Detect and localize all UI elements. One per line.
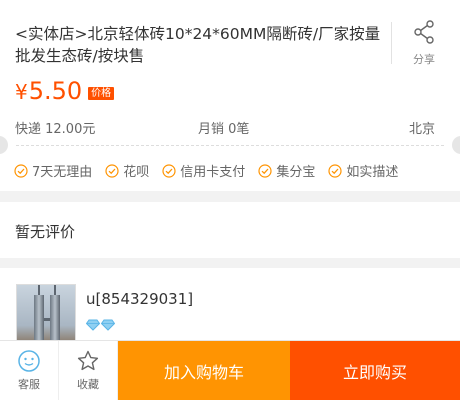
service-guarantees[interactable]: 7天无理由 花呗 信用卡支付 集分宝 如实描述: [14, 161, 411, 180]
product-card: <实体店>北京轻体砖10*24*60MM隔断砖/厂家按量批发生态砖/按块售 分享…: [0, 0, 460, 191]
star-icon: [77, 350, 99, 371]
add-to-cart-button[interactable]: 加入购物车: [118, 341, 290, 400]
diamond-icon: [86, 319, 100, 331]
check-circle-icon: [328, 163, 342, 178]
favorite-label: 收藏: [77, 378, 99, 391]
service-item: 如实描述: [328, 161, 398, 180]
customer-service-label: 客服: [18, 378, 40, 391]
service-label: 花呗: [123, 165, 150, 180]
title-divider: [391, 22, 392, 64]
customer-service-icon: [18, 350, 40, 372]
avatar-tower: [50, 285, 60, 343]
share-label: 分享: [413, 53, 435, 66]
service-label: 信用卡支付: [180, 165, 246, 180]
diamond-icon: [101, 319, 115, 331]
share-button[interactable]: 分享: [402, 20, 446, 67]
share-icon: [414, 20, 434, 44]
avatar-tower: [34, 285, 44, 343]
seller-avatar[interactable]: [16, 284, 76, 344]
ticket-notch-right: [452, 136, 460, 154]
service-item: 7天无理由: [14, 161, 92, 180]
seller-rating: [86, 319, 116, 331]
bottom-action-bar: 客服 收藏 加入购物车 立即购买: [0, 340, 460, 400]
check-circle-icon: [105, 163, 119, 178]
service-item: 花呗: [105, 161, 149, 180]
check-circle-icon: [162, 163, 176, 178]
seller-name: u[854329031]: [86, 290, 194, 308]
price-value: 5.50: [28, 77, 83, 105]
service-item: 集分宝: [258, 161, 315, 180]
reviews-section[interactable]: 暂无评价: [0, 202, 460, 258]
ship-location: 北京: [408, 122, 435, 137]
no-reviews-text: 暂无评价: [15, 223, 76, 241]
favorite-button[interactable]: 收藏: [59, 341, 118, 400]
check-circle-icon: [258, 163, 272, 178]
service-label: 7天无理由: [32, 165, 93, 180]
service-item: 信用卡支付: [162, 161, 245, 180]
shipping-fee: 快递 12.00元: [15, 122, 96, 137]
service-label: 如实描述: [346, 165, 399, 180]
price-tag-badge: 价格: [88, 87, 115, 100]
price-currency: ¥: [15, 80, 28, 104]
dashed-divider: [16, 145, 444, 146]
ticket-notch-left: [0, 136, 8, 154]
buy-now-button[interactable]: 立即购买: [290, 341, 460, 400]
avatar-skybridge: [44, 318, 50, 321]
monthly-sales: 月销 0笔: [198, 122, 250, 137]
product-title: <实体店>北京轻体砖10*24*60MM隔断砖/厂家按量批发生态砖/按块售: [15, 25, 381, 65]
customer-service-button[interactable]: 客服: [0, 341, 59, 400]
service-label: 集分宝: [276, 165, 316, 180]
check-circle-icon: [14, 163, 28, 178]
price: ¥ 5.50 价格: [15, 76, 115, 106]
